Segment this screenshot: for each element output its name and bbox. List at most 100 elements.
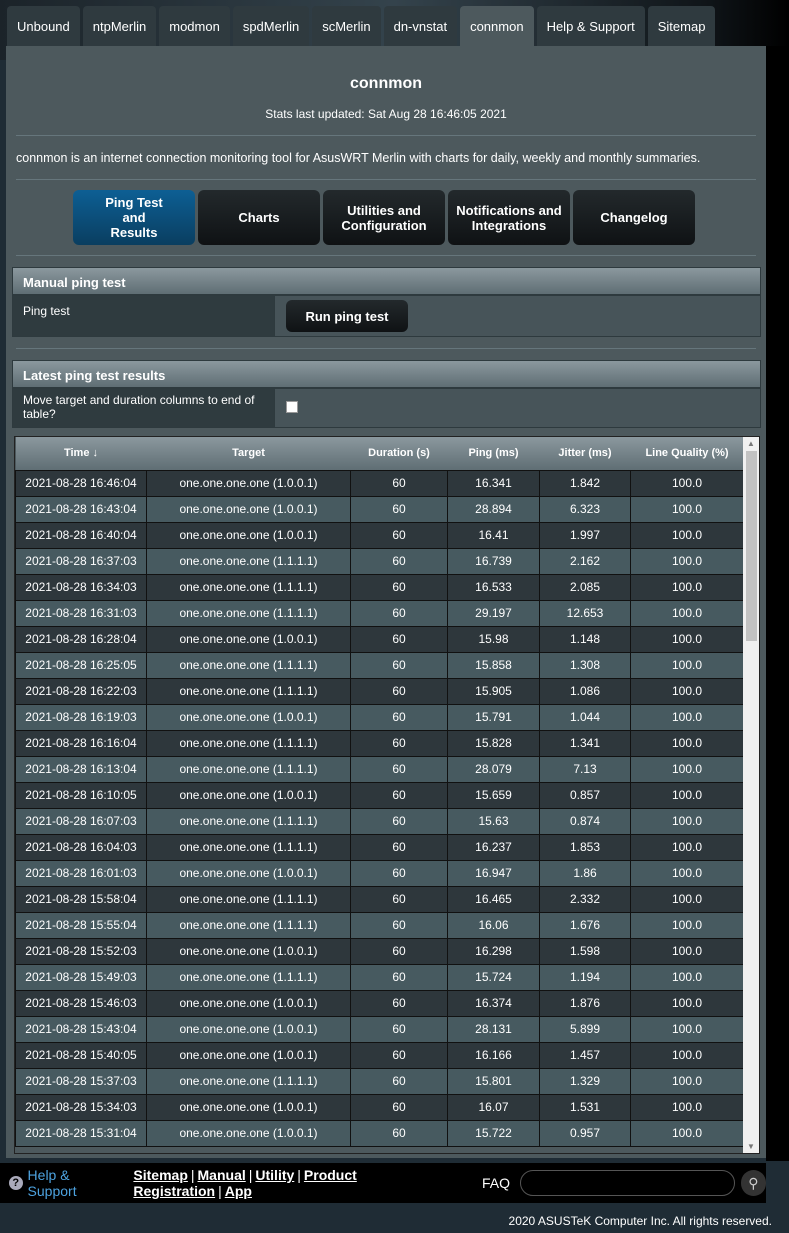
cell-ping: 16.41 <box>447 521 540 549</box>
cell-time: 2021-08-28 16:40:04 <box>15 521 147 549</box>
search-icon[interactable]: ⚲ <box>740 1170 766 1196</box>
cell-line-quality: 100.0 <box>630 1015 744 1043</box>
cell-ping: 15.63 <box>447 807 540 835</box>
cell-jitter: 1.341 <box>539 729 631 757</box>
column-header-jitter-ms[interactable]: Jitter (ms) <box>539 437 631 471</box>
tab-sitemap[interactable]: Sitemap <box>647 6 716 46</box>
page-title: connmon <box>350 75 422 92</box>
cell-ping: 15.724 <box>447 963 540 991</box>
scroll-up-icon[interactable]: ▲ <box>747 439 755 448</box>
cell-line-quality: 100.0 <box>630 1041 744 1069</box>
divider <box>16 179 756 180</box>
cell-jitter: 1.853 <box>539 833 631 861</box>
nav-button-charts[interactable]: Charts <box>198 190 320 245</box>
cell-jitter: 2.162 <box>539 547 631 575</box>
nav-button-changelog[interactable]: Changelog <box>573 190 695 245</box>
top-tabs: Unbound ntpMerlin modmon spdMerlin scMerlin d… <box>7 6 716 46</box>
move-columns-checkbox[interactable] <box>286 401 298 413</box>
side-bar <box>766 46 789 1161</box>
cell-duration: 60 <box>350 729 448 757</box>
cell-time: 2021-08-28 16:34:03 <box>15 573 147 601</box>
column-header-target[interactable]: Target <box>146 437 351 471</box>
cell-target: one.one.one.one (1.0.0.1) <box>146 1015 351 1043</box>
tab-scmerlin[interactable]: scMerlin <box>312 6 381 46</box>
cell-line-quality: 100.0 <box>630 573 744 601</box>
cell-time: 2021-08-28 15:55:04 <box>15 911 147 939</box>
run-ping-test-button[interactable]: Run ping test <box>286 300 408 332</box>
table-row: 2021-08-28 15:43:04 one.one.one.one (1.0.… <box>15 1015 744 1043</box>
footer-link-app[interactable]: App <box>225 1183 252 1199</box>
cell-ping: 15.801 <box>447 1067 540 1095</box>
cell-ping: 16.947 <box>447 859 540 887</box>
cell-line-quality: 100.0 <box>630 755 744 783</box>
cell-line-quality: 100.0 <box>630 911 744 939</box>
cell-time: 2021-08-28 15:43:04 <box>15 1015 147 1043</box>
move-columns-label: Move target and duration columns to end … <box>13 389 275 427</box>
table-scrollbar[interactable]: ▲ ▼ <box>743 437 759 1153</box>
table-row: 2021-08-28 15:58:04 one.one.one.one (1.1.… <box>15 885 744 913</box>
footer-link-manual[interactable]: Manual <box>198 1167 246 1183</box>
separator: | <box>190 1167 195 1183</box>
table-header-row: Time ↓ Target Duration (s) Ping (ms) Jitter … <box>15 437 744 471</box>
nav-button-notifications-and-integrations[interactable]: Notifications and Integrations <box>448 190 570 245</box>
column-header-duration-s[interactable]: Duration (s) <box>350 437 448 471</box>
nav-button-ping-test-and-results[interactable]: Ping Test and Results <box>73 190 195 245</box>
tab-modmon[interactable]: modmon <box>159 6 230 46</box>
cell-duration: 60 <box>350 989 448 1017</box>
table-row: 2021-08-28 16:07:03 one.one.one.one (1.1.… <box>15 807 744 835</box>
table-row: 2021-08-28 15:55:04 one.one.one.one (1.1.… <box>15 911 744 939</box>
tab-spdmerlin[interactable]: spdMerlin <box>232 6 310 46</box>
cell-line-quality: 100.0 <box>630 625 744 653</box>
cell-jitter: 1.044 <box>539 703 631 731</box>
cell-jitter: 1.531 <box>539 1093 631 1121</box>
cell-target: one.one.one.one (1.1.1.1) <box>146 547 351 575</box>
cell-jitter: 1.997 <box>539 521 631 549</box>
cell-target: one.one.one.one (1.1.1.1) <box>146 1067 351 1095</box>
cell-line-quality: 100.0 <box>630 937 744 965</box>
column-header-ping-ms[interactable]: Ping (ms) <box>447 437 540 471</box>
nav-button-utilities-and-configuration[interactable]: Utilities and Configuration <box>323 190 445 245</box>
table-row: 2021-08-28 16:28:04 one.one.one.one (1.0.… <box>15 625 744 653</box>
footer-links: Sitemap | Manual | Utility | Product Registrat… <box>133 1167 468 1199</box>
cell-target: one.one.one.one (1.0.0.1) <box>146 495 351 523</box>
cell-target: one.one.one.one (1.0.0.1) <box>146 1093 351 1121</box>
footer-link-utility[interactable]: Utility <box>255 1167 294 1183</box>
cell-duration: 60 <box>350 937 448 965</box>
scroll-down-icon[interactable]: ▼ <box>747 1142 755 1151</box>
cell-target: one.one.one.one (1.0.0.1) <box>146 989 351 1017</box>
cell-duration: 60 <box>350 807 448 835</box>
footer-link-sitemap[interactable]: Sitemap <box>133 1167 187 1183</box>
cell-target: one.one.one.one (1.1.1.1) <box>146 729 351 757</box>
cell-ping: 28.079 <box>447 755 540 783</box>
cell-target: one.one.one.one (1.0.0.1) <box>146 781 351 809</box>
tab-ntpmerlin[interactable]: ntpMerlin <box>82 6 157 46</box>
cell-ping: 28.131 <box>447 1015 540 1043</box>
cell-ping: 16.533 <box>447 573 540 601</box>
tab-connmon[interactable]: connmon <box>460 6 534 46</box>
faq-search-input[interactable] <box>520 1170 735 1196</box>
cell-duration: 60 <box>350 599 448 627</box>
cell-jitter: 2.085 <box>539 573 631 601</box>
cell-ping: 15.858 <box>447 651 540 679</box>
cell-jitter: 1.086 <box>539 677 631 705</box>
cell-target: one.one.one.one (1.0.0.1) <box>146 625 351 653</box>
scrollbar-thumb[interactable] <box>746 451 757 641</box>
cell-ping: 16.341 <box>447 469 540 497</box>
help-support-link[interactable]: Help & Support <box>28 1167 120 1199</box>
cell-target: one.one.one.one (1.0.0.1) <box>146 521 351 549</box>
tab-help-support[interactable]: Help & Support <box>536 6 645 46</box>
column-header-line-quality[interactable]: Line Quality (%) <box>630 437 744 471</box>
cell-line-quality: 100.0 <box>630 495 744 523</box>
cell-line-quality: 100.0 <box>630 703 744 731</box>
cell-target: one.one.one.one (1.1.1.1) <box>146 677 351 705</box>
tab-unbound[interactable]: Unbound <box>7 6 80 46</box>
cell-target: one.one.one.one (1.0.0.1) <box>146 1041 351 1069</box>
stats-updated: Stats last updated: Sat Aug 28 16:46:05 … <box>265 107 507 121</box>
tab-dn-vnstat[interactable]: dn-vnstat <box>383 6 458 46</box>
cell-ping: 15.791 <box>447 703 540 731</box>
column-header-time[interactable]: Time ↓ <box>15 437 147 471</box>
cell-target: one.one.one.one (1.0.0.1) <box>146 859 351 887</box>
cell-target: one.one.one.one (1.1.1.1) <box>146 911 351 939</box>
cell-line-quality: 100.0 <box>630 807 744 835</box>
cell-line-quality: 100.0 <box>630 1067 744 1095</box>
